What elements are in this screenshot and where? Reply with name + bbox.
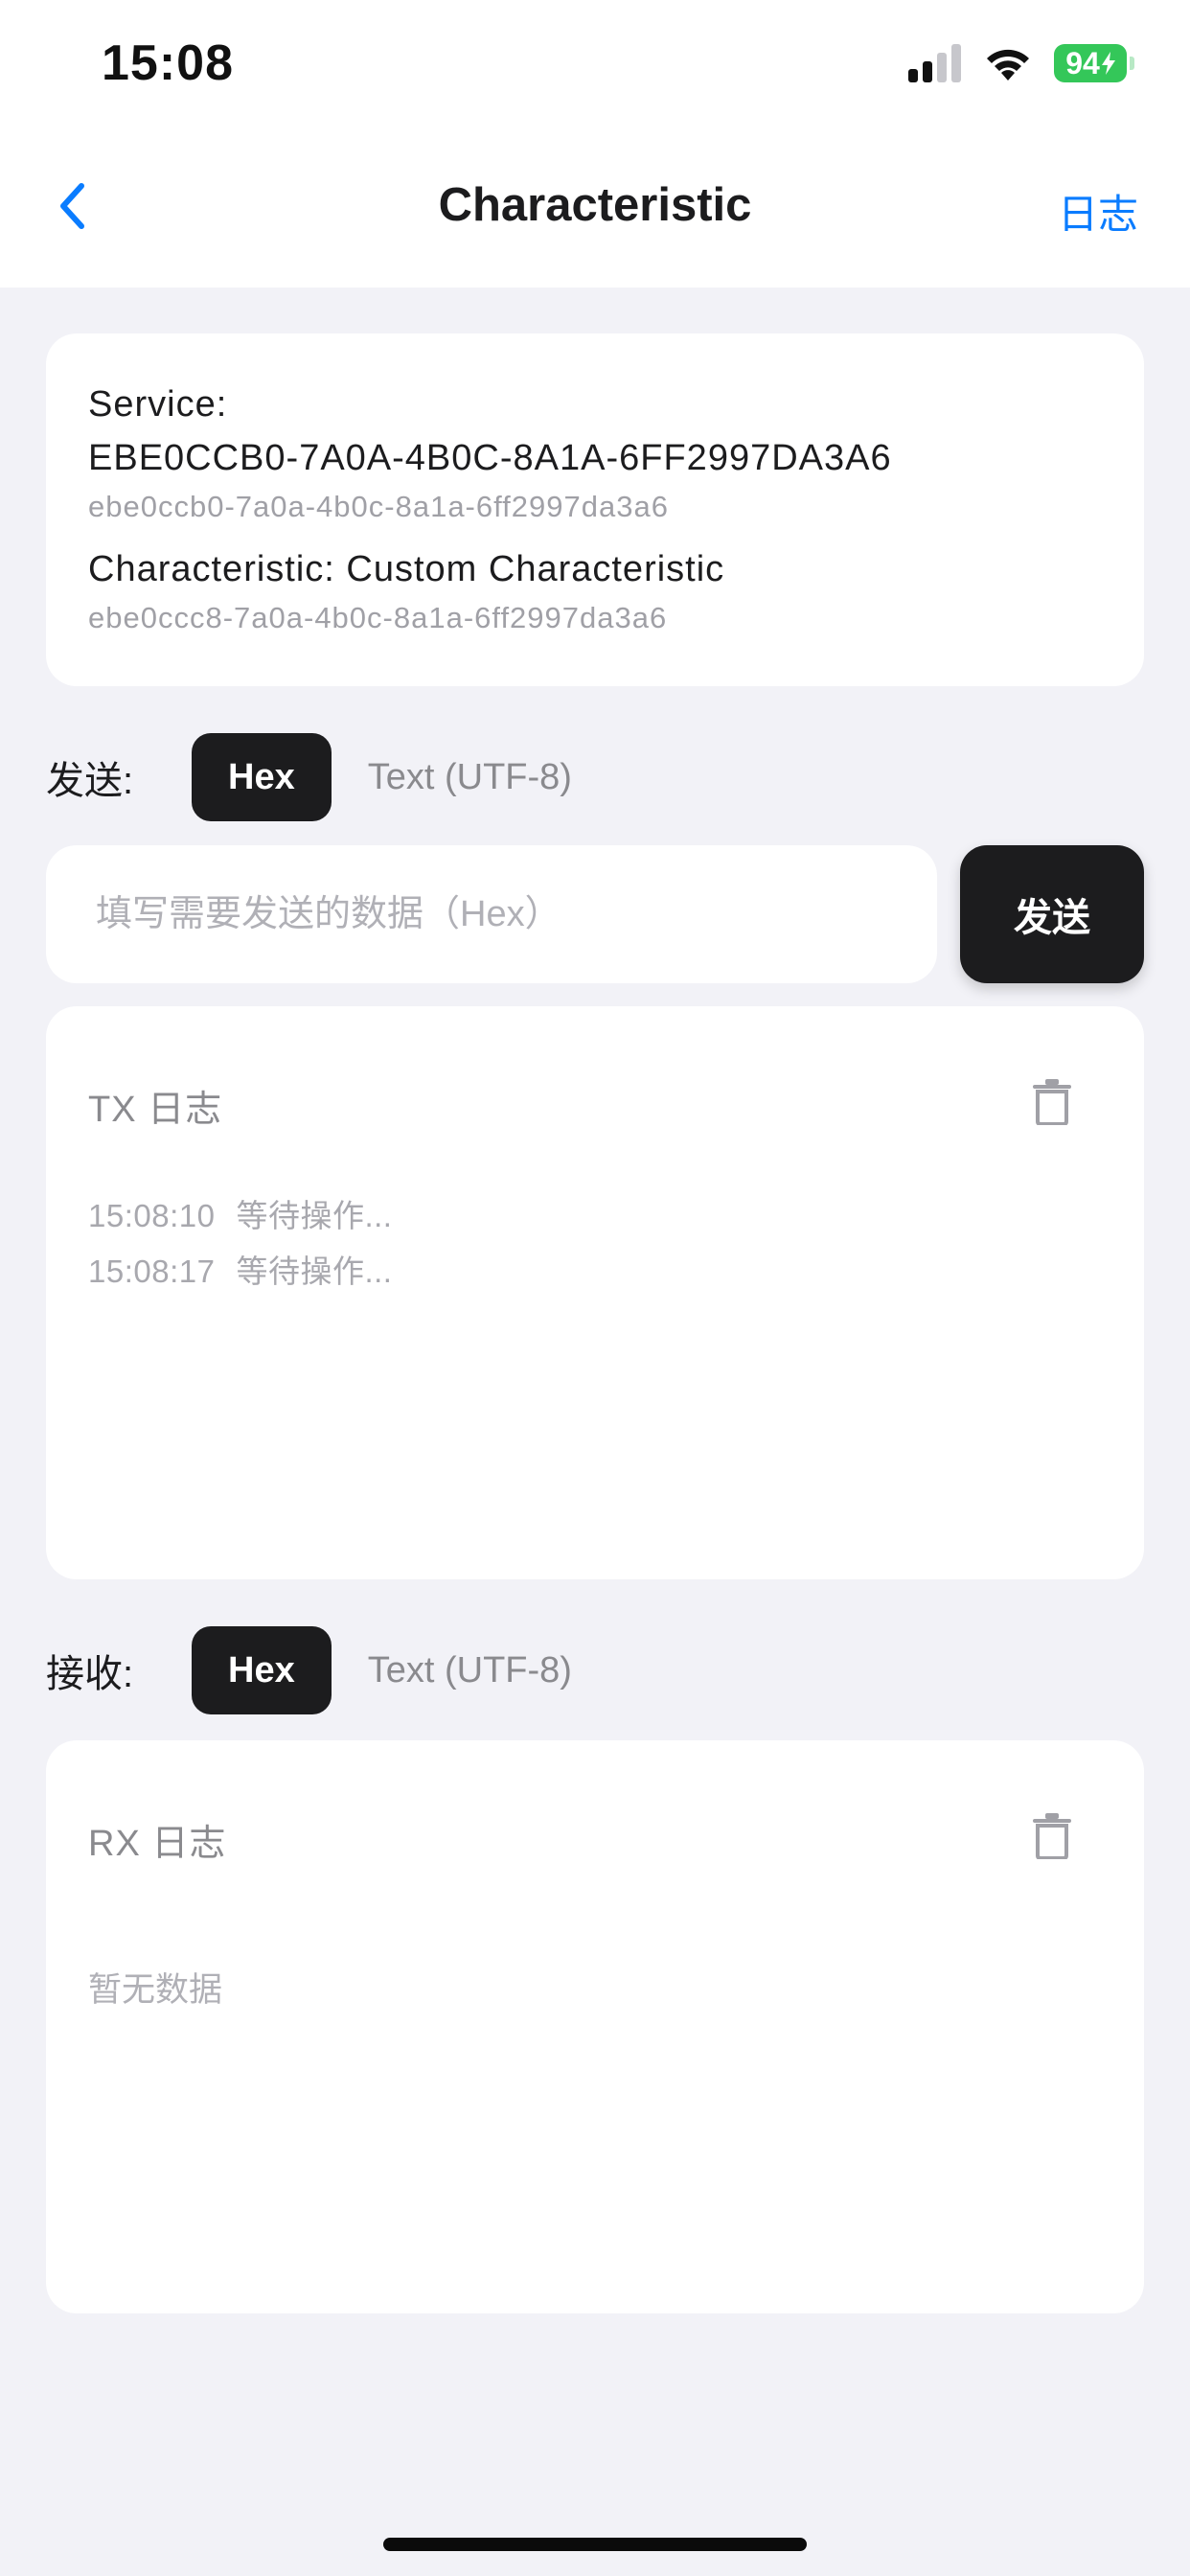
rx-log-card: RX 日志 暂无数据 bbox=[46, 1740, 1144, 2313]
receive-label: 接收: bbox=[46, 1653, 134, 1695]
tx-log-list: 15:08:10 等待操作... 15:08:17 等待操作... bbox=[88, 1188, 392, 1300]
tx-log-entry: 15:08:10 等待操作... bbox=[88, 1188, 392, 1244]
service-info-card: Service: EBE0CCB0-7A0A-4B0C-8A1A-6FF2997… bbox=[46, 334, 1144, 686]
status-time: 15:08 bbox=[102, 35, 234, 91]
rx-empty-text: 暂无数据 bbox=[88, 1971, 223, 2009]
rx-log-title: RX 日志 bbox=[88, 1824, 227, 1864]
send-label: 发送: bbox=[46, 760, 134, 802]
wifi-icon bbox=[987, 49, 1029, 80]
send-mode-row: 发送: Hex Text (UTF-8) bbox=[46, 733, 608, 821]
tx-clear-trash-icon[interactable] bbox=[1031, 1079, 1073, 1125]
tx-log-card: TX 日志 15:08:10 等待操作... 15:08:17 等待操作... bbox=[46, 1006, 1144, 1579]
rx-clear-trash-icon[interactable] bbox=[1031, 1813, 1073, 1859]
send-mode-hex[interactable]: Hex bbox=[192, 733, 332, 821]
status-icons: 94 bbox=[908, 44, 1134, 82]
charging-bolt-icon bbox=[1101, 52, 1115, 75]
battery-level: 94 bbox=[1065, 45, 1100, 80]
tx-log-message: 等待操作... bbox=[236, 1198, 393, 1233]
top-bar: 15:08 94 Characteristic 日志 bbox=[0, 0, 1190, 288]
log-button[interactable]: 日志 bbox=[1058, 182, 1138, 241]
receive-mode-text[interactable]: Text (UTF-8) bbox=[332, 1626, 608, 1714]
tx-log-title: TX 日志 bbox=[88, 1090, 223, 1130]
characteristic-screen: 15:08 94 Characteristic 日志 Service: EBE0… bbox=[0, 0, 1190, 2576]
service-label: Service: bbox=[88, 384, 228, 425]
service-uuid: EBE0CCB0-7A0A-4B0C-8A1A-6FF2997DA3A6 bbox=[88, 438, 892, 478]
send-mode-text[interactable]: Text (UTF-8) bbox=[332, 733, 608, 821]
battery-icon: 94 bbox=[1054, 44, 1134, 82]
characteristic-label: Characteristic: Custom Characteristic bbox=[88, 549, 725, 589]
tx-log-entry: 15:08:17 等待操作... bbox=[88, 1244, 392, 1300]
receive-mode-row: 接收: Hex Text (UTF-8) bbox=[46, 1626, 608, 1714]
page-title: Characteristic bbox=[438, 179, 752, 231]
service-uuid-lower: ebe0ccb0-7a0a-4b0c-8a1a-6ff2997da3a6 bbox=[88, 490, 669, 523]
send-button[interactable]: 发送 bbox=[960, 845, 1144, 983]
characteristic-uuid-lower: ebe0ccc8-7a0a-4b0c-8a1a-6ff2997da3a6 bbox=[88, 601, 668, 634]
cellular-signal-icon bbox=[908, 44, 961, 82]
home-indicator[interactable] bbox=[383, 2538, 807, 2551]
tx-log-time: 15:08:17 bbox=[88, 1254, 216, 1289]
tx-log-message: 等待操作... bbox=[236, 1254, 393, 1289]
tx-log-time: 15:08:10 bbox=[88, 1198, 216, 1233]
send-data-input[interactable] bbox=[46, 845, 937, 983]
receive-mode-hex[interactable]: Hex bbox=[192, 1626, 332, 1714]
